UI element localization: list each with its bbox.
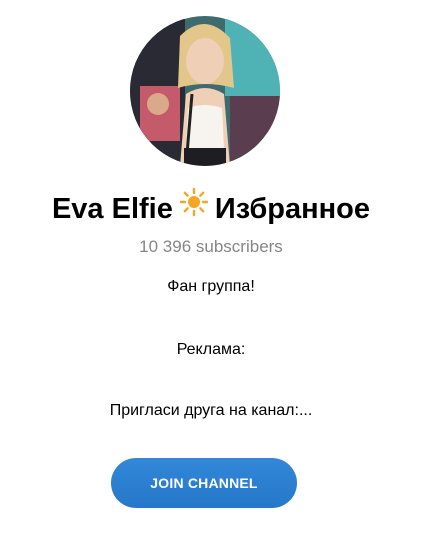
- sun-icon: [179, 186, 209, 230]
- avatar-photo: [130, 16, 280, 166]
- channel-preview: Eva Elfie Избранное 10 396 subscribers Ф…: [0, 0, 422, 533]
- description-line: Пригласи друга на канал:...: [109, 402, 313, 419]
- channel-name-suffix: Избранное: [214, 193, 371, 226]
- subscriber-count: 10 396 subscribers: [139, 237, 283, 256]
- channel-name: Eva Elfie: [51, 193, 173, 226]
- channel-title: Eva Elfie Избранное: [0, 186, 422, 235]
- description-line: Реклама:: [176, 341, 246, 358]
- description-line: Фан группа!: [167, 278, 255, 295]
- channel-avatar: [130, 16, 280, 166]
- join-channel-button[interactable]: JOIN CHANNEL: [111, 458, 297, 508]
- join-channel-label: JOIN CHANNEL: [150, 475, 258, 491]
